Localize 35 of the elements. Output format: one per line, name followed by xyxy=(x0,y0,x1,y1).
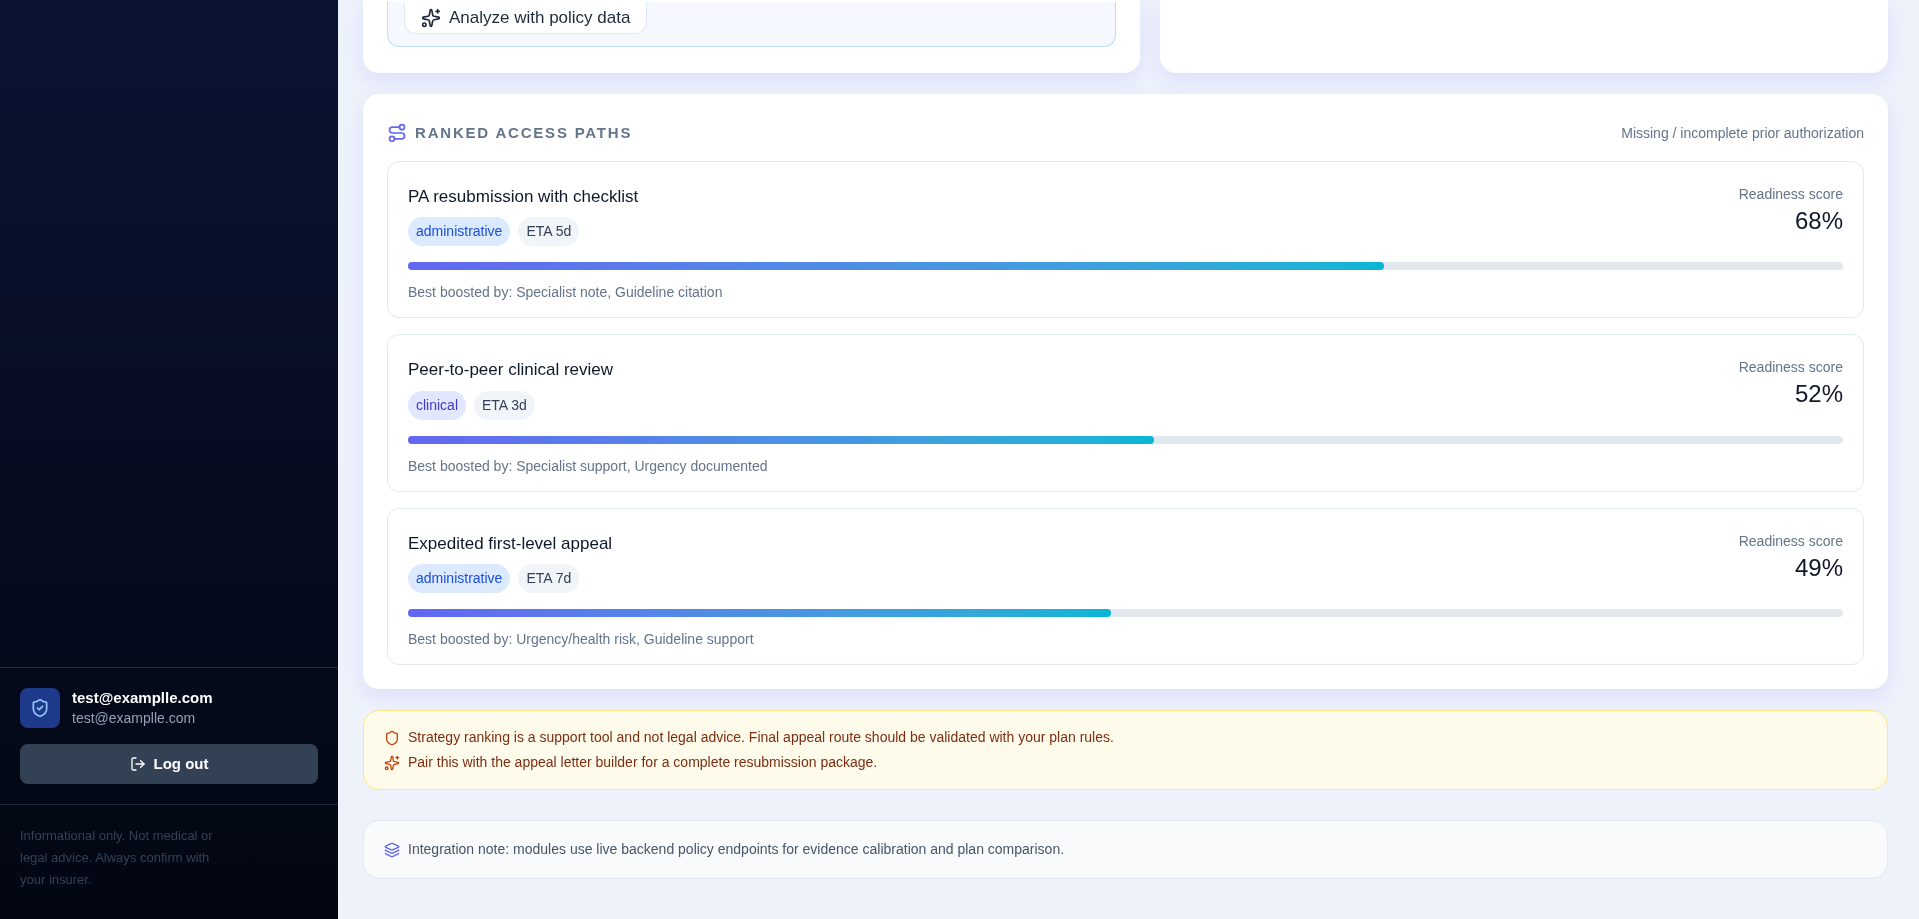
logout-button[interactable]: Log out xyxy=(20,744,318,784)
analyze-button[interactable]: Analyze with policy data xyxy=(404,2,648,34)
category-tag: administrative xyxy=(408,564,511,593)
layers-icon xyxy=(384,841,400,858)
user-name: test@examplle.com xyxy=(72,688,213,708)
notice-text: Strategy ranking is a support tool and not legal advice. Final appeal route should be validated with your plan rules. xyxy=(408,728,1114,747)
score-label: Readiness score xyxy=(1738,358,1843,377)
sparkle-icon xyxy=(384,754,400,771)
path-title: PA resubmission with checklist xyxy=(408,185,639,208)
category-tag: administrative xyxy=(408,217,511,246)
disclaimer-text: Informational only. Not medical or legal advice. Always confirm with your insurer. xyxy=(20,827,214,889)
logout-icon xyxy=(129,756,146,772)
notice-text: Pair this with the appeal letter builder for a complete resubmission package. xyxy=(408,753,878,772)
score-label: Readiness score xyxy=(1738,184,1843,204)
path-title: Peer-to-peer clinical review xyxy=(408,359,614,381)
section-title: RANKED ACCESS PATHS xyxy=(415,123,633,143)
category-tag: clinical xyxy=(408,390,466,420)
shield-icon xyxy=(384,729,400,746)
section-context: Missing / incomplete prior authorization xyxy=(1621,123,1864,143)
score-value: 52% xyxy=(1794,379,1843,409)
eta-tag: ETA 7d xyxy=(518,564,580,593)
route-icon xyxy=(387,123,407,144)
boosted-by-text: Best boosted by: Specialist note, Guideline citation xyxy=(408,283,724,302)
eta-tag: ETA 3d xyxy=(474,390,535,420)
eta-tag: ETA 5d xyxy=(518,217,580,246)
integration-note-text: Integration note: modules use live backend policy endpoints for evidence calibration and plan comparison. xyxy=(408,840,1065,859)
score-label: Readiness score xyxy=(1738,531,1843,551)
shield-icon xyxy=(20,688,60,728)
sparkle-icon xyxy=(421,7,441,28)
boosted-by-text: Best boosted by: Specialist support, Urgency documented xyxy=(408,456,769,476)
path-title: Expedited first-level appeal xyxy=(408,532,613,555)
boosted-by-text: Best boosted by: Urgency/health risk, Guideline support xyxy=(408,630,755,649)
score-value: 68% xyxy=(1794,205,1843,236)
user-email: test@examplle.com xyxy=(72,709,197,728)
score-value: 49% xyxy=(1794,552,1843,583)
